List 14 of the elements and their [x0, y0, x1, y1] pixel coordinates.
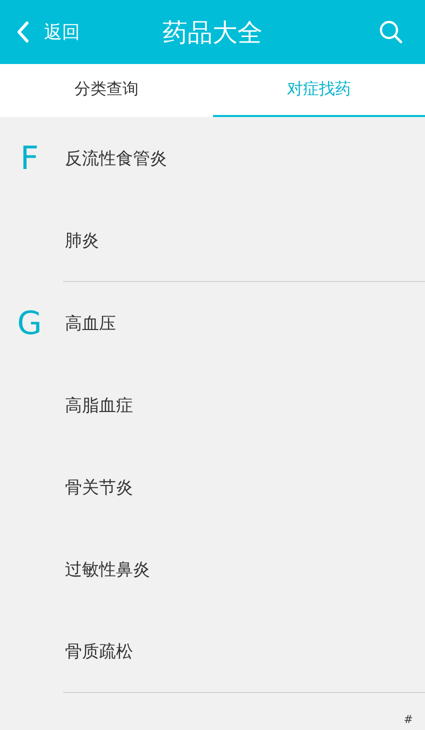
search-icon[interactable] — [379, 20, 403, 44]
tab[interactable]: 分类查询 — [0, 64, 212, 117]
back-icon — [16, 20, 30, 44]
condition-item[interactable]: 高脂血症 — [65, 394, 133, 416]
page-title: 药品大全 — [162, 16, 262, 48]
condition-item[interactable]: 骨质疏松 — [65, 640, 133, 662]
condition-item[interactable]: 反流性食管炎 — [65, 146, 167, 170]
condition-item[interactable]: 过敏性鼻炎 — [65, 558, 150, 580]
condition-item[interactable]: 高血压 — [65, 312, 116, 334]
index-letter: G — [17, 307, 42, 339]
condition-item[interactable]: 肺炎 — [65, 228, 99, 252]
condition-item[interactable]: 骨关节炎 — [65, 476, 133, 498]
index-letter: F — [20, 142, 39, 174]
index-letter[interactable]: # — [404, 713, 413, 726]
